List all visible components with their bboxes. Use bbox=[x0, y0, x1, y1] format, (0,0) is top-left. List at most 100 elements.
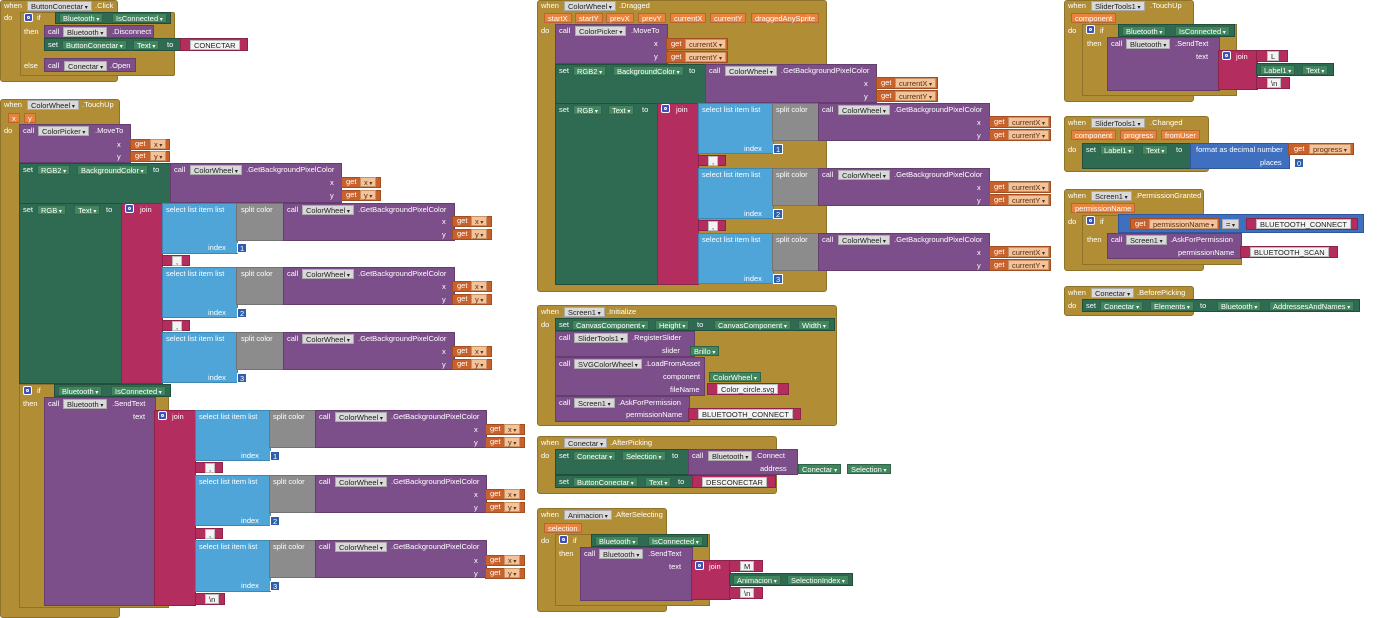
variable-dropdown[interactable]: currentX bbox=[685, 39, 727, 49]
variable-dropdown[interactable]: y bbox=[504, 437, 521, 447]
param-chip[interactable]: currentX bbox=[670, 13, 707, 23]
variable-dropdown[interactable]: currentX bbox=[1008, 182, 1050, 192]
component-dropdown[interactable]: ButtonConectar bbox=[62, 40, 127, 50]
param-chip[interactable]: selection bbox=[544, 523, 582, 533]
index-number[interactable]: 2 bbox=[237, 308, 248, 318]
variable-dropdown[interactable]: y bbox=[504, 568, 521, 578]
variable-dropdown[interactable]: y bbox=[471, 294, 488, 304]
component-dropdown[interactable]: ColorWheel bbox=[302, 269, 354, 279]
param-chip[interactable]: x bbox=[8, 113, 20, 123]
variable-dropdown[interactable]: x bbox=[504, 489, 521, 499]
property-dropdown[interactable]: Elements bbox=[1150, 301, 1194, 311]
param-chip[interactable]: y bbox=[24, 113, 36, 123]
component-dropdown[interactable]: Bluetooth bbox=[63, 399, 108, 409]
variable-dropdown[interactable]: currentY bbox=[1008, 130, 1050, 140]
component-dropdown[interactable]: RGB bbox=[37, 205, 66, 215]
variable-dropdown[interactable]: currentY bbox=[895, 91, 937, 101]
component-dropdown[interactable]: ColorWheel bbox=[335, 412, 387, 422]
property-dropdown[interactable]: Width bbox=[798, 320, 830, 330]
component-dropdown[interactable]: Bluetooth bbox=[1126, 39, 1171, 49]
string-value[interactable]: BLUETOOTH_CONNECT bbox=[1256, 219, 1351, 229]
component-dropdown[interactable]: Conectar bbox=[1100, 301, 1144, 311]
component-dropdown[interactable]: Bluetooth bbox=[1217, 301, 1262, 311]
join-block[interactable] bbox=[657, 103, 699, 285]
variable-dropdown[interactable]: y bbox=[471, 359, 488, 369]
set-rgb-text-block[interactable] bbox=[19, 203, 122, 384]
variable-dropdown[interactable]: x bbox=[504, 555, 521, 565]
join-block[interactable] bbox=[121, 203, 163, 384]
string-value[interactable]: BLUETOOTH_CONNECT bbox=[698, 409, 793, 419]
component-dropdown[interactable]: Conectar bbox=[798, 464, 842, 474]
string-value[interactable]: CONECTAR bbox=[190, 40, 240, 50]
variable-dropdown[interactable]: x bbox=[360, 177, 377, 187]
component-dropdown[interactable]: SliderTools1 bbox=[1091, 118, 1145, 128]
component-dropdown[interactable]: RGB2 bbox=[573, 66, 607, 76]
variable-dropdown[interactable]: x bbox=[504, 424, 521, 434]
param-chip[interactable]: prevX bbox=[606, 13, 634, 23]
param-chip[interactable]: draggedAnySprite bbox=[751, 13, 820, 23]
variable-dropdown[interactable]: x bbox=[471, 281, 488, 291]
component-dropdown[interactable]: Conectar bbox=[573, 451, 617, 461]
param-chip[interactable]: component bbox=[1071, 13, 1117, 23]
property-dropdown[interactable]: IsConnected bbox=[112, 13, 167, 23]
component-dropdown[interactable]: Screen1 bbox=[1126, 235, 1167, 245]
component-dropdown[interactable]: ColorWheel bbox=[302, 205, 354, 215]
gear-icon[interactable] bbox=[661, 104, 670, 113]
component-dropdown[interactable]: RGB2 bbox=[37, 165, 71, 175]
property-dropdown[interactable]: Text bbox=[1302, 65, 1329, 75]
param-chip[interactable]: component bbox=[1071, 130, 1117, 140]
component-dropdown[interactable]: Bluetooth bbox=[1122, 26, 1167, 36]
places-number[interactable]: 0 bbox=[1294, 158, 1305, 168]
string-value[interactable]: \n bbox=[205, 594, 220, 604]
variable-dropdown[interactable]: y bbox=[150, 151, 167, 161]
gear-icon[interactable] bbox=[125, 204, 134, 213]
variable-dropdown[interactable]: permissionName bbox=[1149, 219, 1218, 229]
gear-icon[interactable] bbox=[695, 561, 704, 570]
component-dropdown[interactable]: Bluetooth bbox=[595, 536, 640, 546]
component-dropdown[interactable]: Bluetooth bbox=[58, 386, 103, 396]
component-dropdown[interactable]: Animacion bbox=[564, 510, 612, 520]
component-dropdown[interactable]: ColorWheel bbox=[838, 170, 890, 180]
index-number[interactable]: 3 bbox=[270, 581, 281, 591]
variable-dropdown[interactable]: currentY bbox=[1008, 260, 1050, 270]
variable-dropdown[interactable]: x bbox=[471, 346, 488, 356]
join-block[interactable] bbox=[154, 410, 196, 606]
param-chip[interactable]: permissionName bbox=[1071, 203, 1136, 213]
component-dropdown[interactable]: Conectar bbox=[1091, 288, 1135, 298]
component-dropdown[interactable]: ButtonConectar bbox=[573, 477, 638, 487]
variable-dropdown[interactable]: currentX bbox=[895, 78, 937, 88]
component-dropdown[interactable]: ColorWheel bbox=[838, 105, 890, 115]
component-dropdown[interactable]: ColorPicker bbox=[575, 26, 627, 36]
variable-dropdown[interactable]: y bbox=[504, 502, 521, 512]
component-dropdown[interactable]: SVGColorWheel bbox=[574, 359, 642, 369]
property-dropdown[interactable]: Text bbox=[645, 477, 672, 487]
gear-icon[interactable] bbox=[24, 13, 33, 22]
component-dropdown[interactable]: Label1 bbox=[1100, 145, 1136, 155]
component-dropdown[interactable]: Bluetooth bbox=[599, 549, 644, 559]
param-chip[interactable]: progress bbox=[1120, 130, 1158, 140]
component-dropdown[interactable]: CanvasComponent bbox=[714, 320, 791, 330]
component-dropdown[interactable]: Animacion bbox=[733, 575, 781, 585]
gear-icon[interactable] bbox=[1222, 51, 1231, 60]
component-dropdown[interactable]: ColorWheel bbox=[725, 66, 777, 76]
string-value[interactable]: , bbox=[708, 221, 719, 231]
component-dropdown[interactable]: Screen1 bbox=[564, 307, 605, 317]
string-value[interactable]: DESCONECTAR bbox=[702, 477, 767, 487]
property-dropdown[interactable]: Text bbox=[133, 40, 160, 50]
call-sendtext-block[interactable] bbox=[44, 397, 156, 606]
string-value[interactable]: , bbox=[172, 256, 183, 266]
gear-icon[interactable] bbox=[1086, 216, 1095, 225]
gear-icon[interactable] bbox=[1086, 25, 1095, 34]
param-chip[interactable]: fromUser bbox=[1161, 130, 1200, 140]
property-dropdown[interactable]: Height bbox=[655, 320, 690, 330]
string-value[interactable]: \n bbox=[740, 588, 755, 598]
component-dropdown[interactable]: Screen1 bbox=[574, 398, 615, 408]
string-value[interactable]: L bbox=[1267, 51, 1280, 61]
string-value[interactable]: M bbox=[740, 561, 755, 571]
param-chip[interactable]: startY bbox=[575, 13, 603, 23]
property-dropdown[interactable]: IsConnected bbox=[111, 386, 166, 396]
index-number[interactable]: 3 bbox=[773, 274, 784, 284]
component-dropdown[interactable]: ColorWheel bbox=[709, 372, 761, 382]
param-chip[interactable]: prevY bbox=[638, 13, 666, 23]
component-dropdown[interactable]: ColorWheel bbox=[838, 235, 890, 245]
